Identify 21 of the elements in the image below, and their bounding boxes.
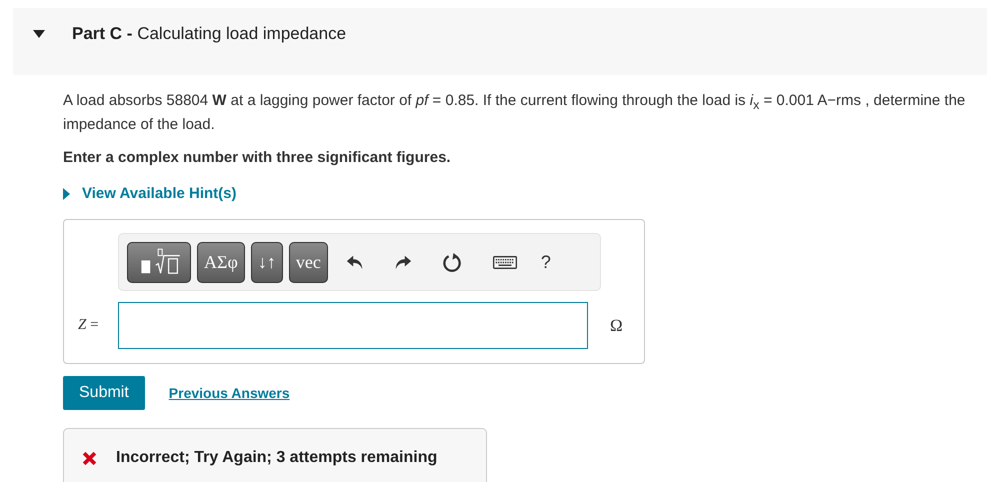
symbol-button[interactable]: ΑΣφ xyxy=(197,242,245,282)
redo-icon[interactable] xyxy=(394,253,412,271)
part-title: Part C - Calculating load impedance xyxy=(72,24,346,44)
answer-field[interactable] xyxy=(118,302,588,349)
template-button[interactable] xyxy=(127,242,191,282)
answer-label: Z = xyxy=(78,317,100,334)
symbol-button[interactable]: ↓↑ xyxy=(250,242,283,282)
part-header[interactable]: Part C - Calculating load impedance xyxy=(13,8,987,75)
symbol-button[interactable]: vec xyxy=(288,242,328,282)
previous-answers-link[interactable]: Previous Answers xyxy=(168,385,290,401)
help-button[interactable]: ? xyxy=(534,252,557,272)
caret-icon[interactable] xyxy=(33,30,45,38)
reset-icon[interactable] xyxy=(442,252,463,272)
problem-text: A load absorbs 58804 W at a lagging power factor of pf = 0.85. If the current flowing through the load is i$_{x}$ = 0.001 A−rms , determine the impedance of the load. xyxy=(63,91,966,135)
keyboard-icon[interactable] xyxy=(492,256,517,268)
hint-link[interactable]: View Available Hint(s) xyxy=(82,185,236,202)
instruction-text: Enter a complex number with three significant figures. xyxy=(63,149,452,166)
feedback-message: Incorrect; Try Again; 3 attempts remaining xyxy=(116,449,438,467)
submit-button[interactable]: Submit xyxy=(63,376,145,410)
unit-label: Ω xyxy=(610,316,623,336)
undo-icon[interactable] xyxy=(346,253,364,271)
